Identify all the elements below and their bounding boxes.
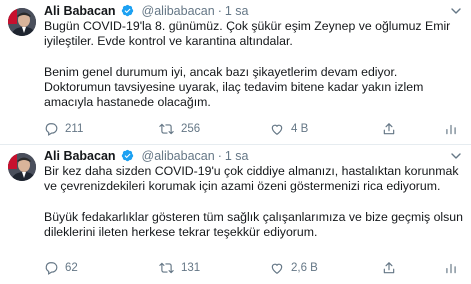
analytics-button[interactable] [444,260,458,276]
retweet-count: 131 [181,262,201,274]
tweet-header: Ali Babacan @alibabacan · 1 sa [44,2,249,20]
tweet-time[interactable]: 1 sa [225,149,249,163]
retweet-icon [159,261,174,275]
author-name[interactable]: Ali Babacan [44,149,116,163]
separator-dot: · [217,149,222,163]
reply-icon [44,261,58,275]
avatar[interactable] [8,8,36,36]
reply-button[interactable]: 211 [44,121,83,137]
like-count: 4 B [291,123,309,135]
tweet-text: Bugün COVID-19'la 8. günümüz. Çok şükür … [44,19,464,110]
like-button[interactable]: 2,6 B [270,260,318,276]
heart-icon [270,261,284,275]
avatar[interactable] [8,153,36,181]
reply-count: 211 [65,123,84,135]
tweet-paragraph: Bugün COVID-19'la 8. günümüz. Çok şükür … [44,19,451,49]
retweet-button[interactable]: 131 [159,260,200,276]
tweet-text: Bir kez daha sizden COVID-19'u çok ciddi… [44,164,464,240]
author-handle[interactable]: @alibabacan [142,4,215,18]
tweet-time[interactable]: 1 sa [225,4,249,18]
like-button[interactable]: 4 B [270,121,308,137]
tweet-actions: 211 256 4 B [44,121,464,137]
analytics-icon [444,122,458,136]
tweet-paragraph: Bir kez daha sizden COVID-19'u çok ciddi… [44,164,459,194]
share-button[interactable] [382,260,396,276]
share-icon [382,261,396,275]
reply-icon [44,122,58,136]
tweet[interactable]: Ali Babacan @alibabacan · 1 sa Bugün COVID… [0,0,471,145]
retweet-count: 256 [181,123,201,135]
chevron-down-icon[interactable] [449,4,463,18]
analytics-icon [444,261,458,275]
retweet-icon [159,122,174,136]
tweet-actions: 62 131 2,6 B [44,260,464,276]
reply-button[interactable]: 62 [44,260,78,276]
heart-icon [270,122,284,136]
tweet-paragraph: Büyük fedakarlıklar gösteren tüm sağlık … [44,209,463,239]
like-count: 2,6 B [291,262,318,274]
tweet[interactable]: Ali Babacan @alibabacan · 1 sa Bir kez dah… [0,145,471,284]
chevron-down-icon[interactable] [449,149,463,163]
author-handle[interactable]: @alibabacan [142,149,215,163]
analytics-button[interactable] [444,121,458,137]
retweet-button[interactable]: 256 [159,121,200,137]
share-button[interactable] [382,121,396,137]
reply-count: 62 [65,262,78,274]
tweet-header: Ali Babacan @alibabacan · 1 sa [44,147,249,165]
tweet-paragraph: Benim genel durumum iyi, ancak bazı şika… [44,64,424,110]
author-name[interactable]: Ali Babacan [44,4,116,18]
share-icon [382,122,396,136]
separator-dot: · [217,4,222,18]
